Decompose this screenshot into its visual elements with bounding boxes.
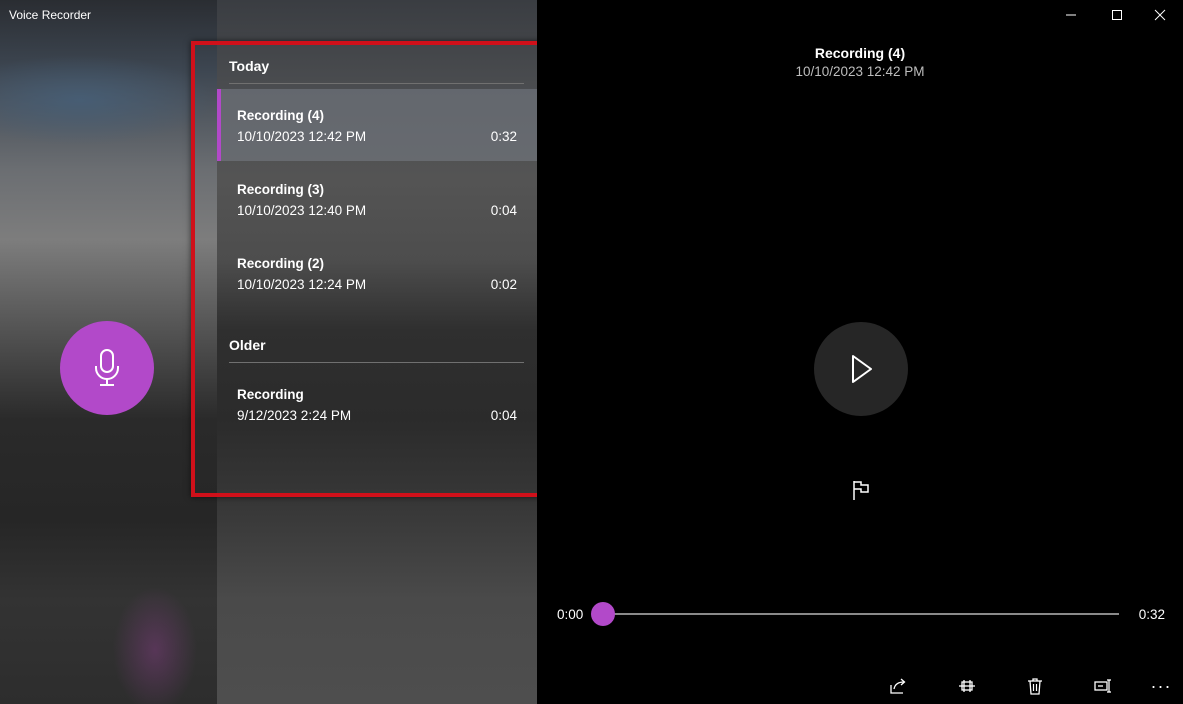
player-date: 10/10/2023 12:42 PM xyxy=(795,64,925,79)
recording-duration: 0:04 xyxy=(490,408,517,423)
current-time: 0:00 xyxy=(557,607,584,622)
recording-date: 10/10/2023 12:40 PM xyxy=(237,203,367,218)
recording-name: Recording xyxy=(237,387,304,402)
recording-name: Recording (2) xyxy=(237,256,325,271)
player-pane: Recording (4) 10/10/2023 12:42 PM 0:00 0… xyxy=(537,0,1183,704)
recording-date: 10/10/2023 12:24 PM xyxy=(237,277,367,292)
rename-button[interactable] xyxy=(1090,674,1116,698)
list-item-recording-3[interactable]: Recording (3) 10/10/2023 12:40 PM 0:04 xyxy=(217,163,537,235)
play-button[interactable] xyxy=(814,322,908,416)
microphone-icon xyxy=(95,349,119,386)
close-icon xyxy=(1154,9,1166,21)
record-button[interactable] xyxy=(60,321,154,415)
trim-button[interactable] xyxy=(954,674,980,698)
seek-thumb[interactable] xyxy=(591,602,615,626)
close-button[interactable] xyxy=(1137,0,1183,30)
list-item-recording-4[interactable]: Recording (4) 10/10/2023 12:42 PM 0:32 xyxy=(217,89,537,161)
list-item-recording[interactable]: Recording 9/12/2023 2:24 PM 0:04 xyxy=(217,368,537,440)
trim-icon xyxy=(959,680,975,692)
recordings-list: Today Recording (4) 10/10/2023 12:42 PM … xyxy=(217,0,537,704)
play-icon xyxy=(852,355,872,383)
maximize-icon xyxy=(1112,10,1122,20)
delete-button[interactable] xyxy=(1022,674,1048,698)
group-header-today: Today xyxy=(229,58,524,84)
delete-icon xyxy=(1028,678,1042,695)
list-item-recording-2[interactable]: Recording (2) 10/10/2023 12:24 PM 0:02 xyxy=(217,237,537,309)
more-icon: ··· xyxy=(1150,676,1172,696)
seek-bar[interactable] xyxy=(603,613,1119,615)
total-time: 0:32 xyxy=(1138,607,1165,622)
add-marker-button[interactable] xyxy=(849,478,873,502)
recording-duration: 0:04 xyxy=(490,203,517,218)
recording-name: Recording (3) xyxy=(237,182,325,197)
minimize-icon xyxy=(1066,14,1076,16)
recording-date: 10/10/2023 12:42 PM xyxy=(237,129,367,144)
more-options-button[interactable]: ··· xyxy=(1148,674,1174,698)
recording-name: Recording (4) xyxy=(237,108,325,123)
recording-date: 9/12/2023 2:24 PM xyxy=(237,408,352,423)
rename-icon xyxy=(1094,679,1111,693)
share-icon xyxy=(890,678,906,694)
player-title: Recording (4) xyxy=(814,45,906,61)
app-title: Voice Recorder xyxy=(9,8,92,22)
flag-icon xyxy=(853,481,869,500)
share-button[interactable] xyxy=(885,674,911,698)
minimize-button[interactable] xyxy=(1048,0,1094,30)
group-header-older: Older xyxy=(229,337,524,363)
recording-duration: 0:32 xyxy=(490,129,517,144)
recording-duration: 0:02 xyxy=(490,277,517,292)
maximize-button[interactable] xyxy=(1094,0,1140,30)
